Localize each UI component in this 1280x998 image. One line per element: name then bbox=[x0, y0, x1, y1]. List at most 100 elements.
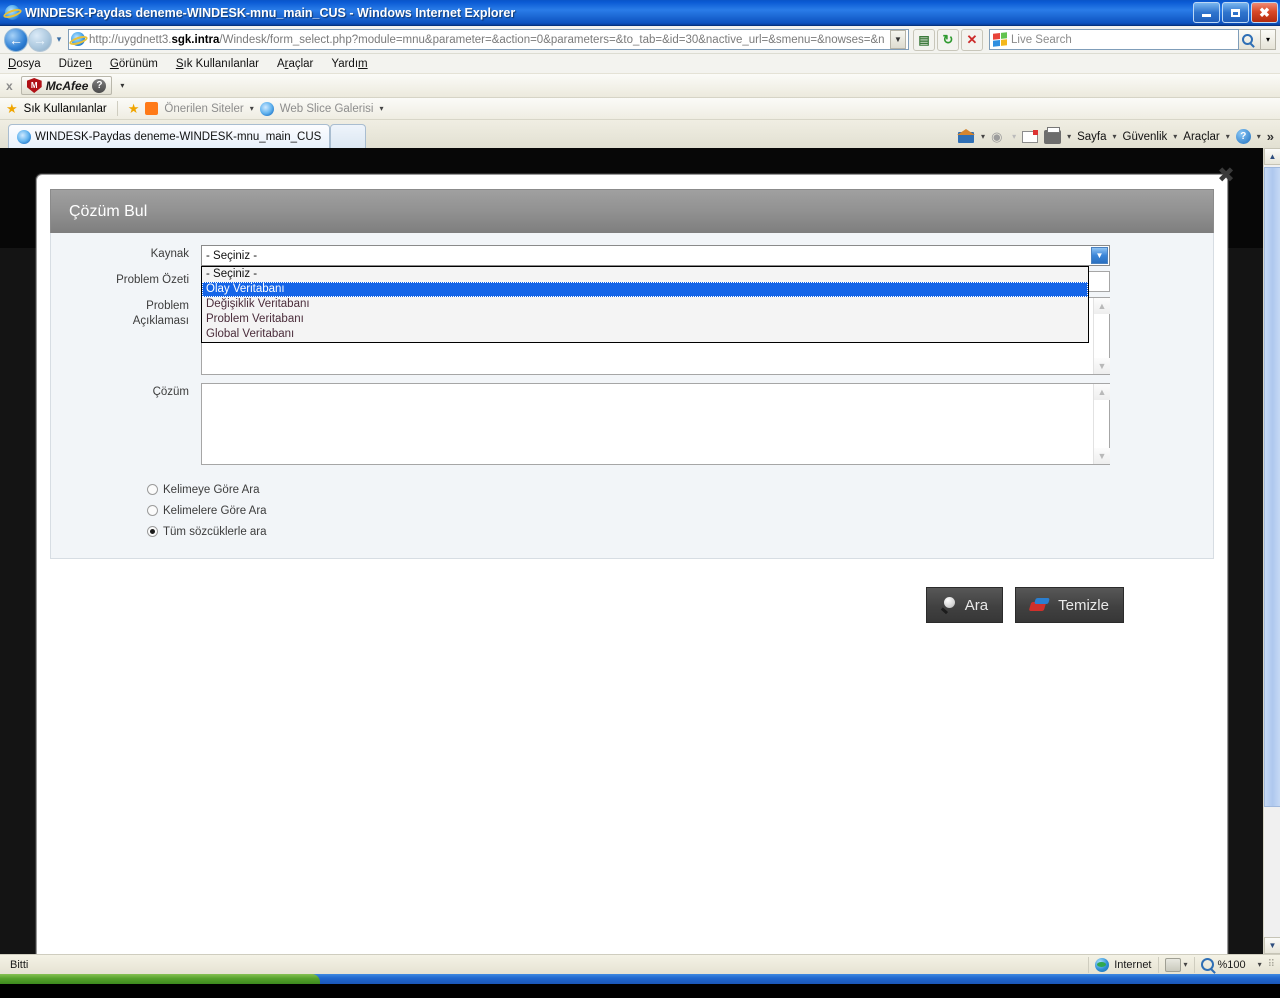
favorites-label[interactable]: Sık Kullanılanlar bbox=[24, 103, 107, 115]
suggested-sites-icon bbox=[145, 102, 159, 115]
sayfa-caret-icon[interactable]: ▾ bbox=[1113, 132, 1117, 141]
minimize-button[interactable] bbox=[1193, 2, 1220, 23]
tab-windesk[interactable]: WINDESK-Paydas deneme-WINDESK-mnu_main_C… bbox=[8, 124, 331, 148]
rss-caret-icon: ▾ bbox=[1012, 132, 1017, 141]
menu-item-araclar[interactable]: Araçlar bbox=[277, 58, 313, 70]
compatibility-view-button[interactable]: ▤ bbox=[913, 28, 935, 51]
label-problem-aciklamasi: Problem Açıklaması bbox=[51, 297, 201, 329]
new-tab-button[interactable] bbox=[330, 124, 367, 148]
refresh-icon: ↻ bbox=[942, 31, 954, 47]
radio-row-kelimelere[interactable]: Kelimelere Göre Ara bbox=[147, 500, 1213, 521]
recent-pages-dropdown[interactable]: ▾ bbox=[52, 34, 66, 45]
toolbar-overflow-icon[interactable]: » bbox=[1267, 129, 1274, 144]
menu-item-duzen[interactable]: Düzen bbox=[59, 58, 92, 70]
protected-mode-caret-icon[interactable]: ▾ bbox=[1184, 960, 1188, 969]
home-caret-icon[interactable]: ▾ bbox=[981, 132, 985, 141]
search-input[interactable]: Live Search bbox=[989, 29, 1239, 50]
radio-kelimelere-gore-ara[interactable] bbox=[147, 505, 158, 516]
command-guvenlik[interactable]: Güvenlik bbox=[1123, 131, 1168, 143]
radio-tum-sozcuklerle-ara[interactable] bbox=[147, 526, 158, 537]
close-button[interactable]: ✖ bbox=[1251, 2, 1278, 23]
page-scroll-thumb[interactable] bbox=[1264, 167, 1280, 807]
add-to-favorites-icon[interactable]: ★ bbox=[128, 101, 140, 117]
scroll-down-icon[interactable]: ▼ bbox=[1094, 448, 1110, 464]
mcafee-button[interactable]: M McAfee ? bbox=[20, 76, 113, 95]
option-problem-veritabani[interactable]: Problem Veritabanı bbox=[202, 312, 1088, 327]
back-button[interactable]: ← bbox=[4, 27, 28, 52]
temizle-button[interactable]: Temizle bbox=[1015, 587, 1124, 623]
ara-button[interactable]: Ara bbox=[925, 587, 1004, 623]
menu-item-dosya[interactable]: Dosya bbox=[8, 58, 41, 70]
url-input[interactable]: http://uygdnett3.sgk.intra/Windesk/form_… bbox=[68, 29, 909, 50]
scroll-down-icon[interactable]: ▼ bbox=[1094, 358, 1110, 374]
cozum-textarea[interactable]: ▲ ▼ bbox=[201, 383, 1110, 465]
security-zone-label: Internet bbox=[1114, 958, 1152, 971]
mail-icon[interactable] bbox=[1022, 129, 1039, 143]
print-icon[interactable] bbox=[1044, 126, 1062, 144]
radio-label-tum-sozcuklerle-ara: Tüm sözcüklerle ara bbox=[163, 525, 267, 538]
menu-item-yardim[interactable]: Yardım bbox=[331, 58, 367, 70]
status-bar: Bitti Internet ▾ %100 ▾ ⠿ bbox=[0, 954, 1280, 974]
rss-feeds-icon[interactable]: ◉ bbox=[991, 129, 1006, 144]
option-seciniz[interactable]: - Seçiniz - bbox=[202, 267, 1088, 282]
command-araclar[interactable]: Araçlar bbox=[1183, 131, 1219, 143]
favorites-separator bbox=[116, 101, 118, 116]
mcafee-help-icon[interactable]: ? bbox=[92, 78, 107, 93]
security-zone[interactable]: Internet bbox=[1089, 957, 1157, 973]
radio-row-tum-sozcuklerle[interactable]: Tüm sözcüklerle ara bbox=[147, 521, 1213, 542]
kaynak-select[interactable]: - Seçiniz - ▼ bbox=[201, 245, 1110, 266]
page-viewport: ✖ Çözüm Bul Kaynak - Seçiniz - ▼ - Seçin… bbox=[0, 148, 1280, 954]
help-icon[interactable]: ? bbox=[1235, 129, 1251, 144]
search-provider-dropdown[interactable]: ▾ bbox=[1261, 29, 1276, 50]
page-scroll-down-button[interactable]: ▼ bbox=[1264, 937, 1280, 954]
label-kaynak: Kaynak bbox=[150, 248, 189, 260]
mcafee-close-icon[interactable]: x bbox=[6, 79, 13, 93]
cozum-scrollbar[interactable]: ▲ ▼ bbox=[1093, 384, 1110, 464]
protected-mode[interactable]: ▾ bbox=[1159, 957, 1194, 973]
web-slice-caret-icon[interactable]: ▾ bbox=[379, 104, 383, 113]
maximize-button[interactable] bbox=[1222, 2, 1249, 23]
dialog-header: Çözüm Bul bbox=[50, 189, 1214, 233]
option-degisiklik-veritabani[interactable]: Değişiklik Veritabanı bbox=[202, 297, 1088, 312]
option-olay-veritabani[interactable]: Olay Veritabanı bbox=[202, 282, 1088, 297]
dialog-close-icon[interactable]: ✖ bbox=[1215, 165, 1237, 187]
scroll-up-icon[interactable]: ▲ bbox=[1094, 384, 1110, 400]
label-problem-aciklamasi-line2: Açıklaması bbox=[132, 315, 189, 327]
mcafee-dropdown-icon[interactable]: ▾ bbox=[120, 81, 124, 90]
help-caret-icon[interactable]: ▾ bbox=[1257, 132, 1261, 141]
home-icon[interactable] bbox=[957, 129, 976, 144]
search-go-button[interactable] bbox=[1239, 29, 1261, 50]
radio-row-kelimeye[interactable]: Kelimeye Göre Ara bbox=[147, 479, 1213, 500]
mcafee-toolbar: x M McAfee ? ▾ bbox=[0, 73, 1280, 98]
url-dropdown-icon[interactable]: ▼ bbox=[890, 30, 906, 49]
zoom-level[interactable]: %100 ▾ bbox=[1195, 957, 1268, 973]
dialog-inner: Çözüm Bul Kaynak - Seçiniz - ▼ - Seçiniz… bbox=[50, 189, 1214, 954]
guvenlik-caret-icon[interactable]: ▾ bbox=[1173, 132, 1177, 141]
page-scrollbar[interactable]: ▲ ▼ bbox=[1263, 148, 1280, 954]
menu-item-gorunum[interactable]: Görünüm bbox=[110, 58, 158, 70]
forward-button[interactable]: → bbox=[28, 27, 52, 52]
web-slice-label[interactable]: Web Slice Galerisi bbox=[280, 103, 374, 115]
zoom-icon bbox=[1200, 958, 1214, 971]
stop-button[interactable]: ✕ bbox=[961, 28, 983, 51]
close-icon: ✖ bbox=[1259, 5, 1270, 20]
radio-kelimeye-gore-ara[interactable] bbox=[147, 484, 158, 495]
zoom-caret-icon[interactable]: ▾ bbox=[1258, 960, 1262, 969]
tab-bar: WINDESK-Paydas deneme-WINDESK-mnu_main_C… bbox=[0, 120, 1280, 148]
menu-item-sik-kullanilanlar[interactable]: Sık Kullanılanlar bbox=[176, 58, 259, 70]
chevron-down-icon[interactable]: ▼ bbox=[1091, 247, 1108, 264]
start-button[interactable] bbox=[0, 974, 320, 984]
araclar-caret-icon[interactable]: ▾ bbox=[1226, 132, 1230, 141]
problem-aciklamasi-scrollbar[interactable]: ▲ ▼ bbox=[1093, 298, 1110, 374]
suggested-sites-label[interactable]: Önerilen Siteler bbox=[164, 103, 243, 115]
option-global-veritabani[interactable]: Global Veritabanı bbox=[202, 327, 1088, 342]
page-scroll-up-button[interactable]: ▲ bbox=[1264, 148, 1280, 165]
window-titlebar: WINDESK-Paydas deneme-WINDESK-mnu_main_C… bbox=[0, 0, 1280, 26]
window-title: WINDESK-Paydas deneme-WINDESK-mnu_main_C… bbox=[25, 5, 516, 20]
resize-grip-icon[interactable]: ⠿ bbox=[1268, 959, 1276, 970]
scroll-up-icon[interactable]: ▲ bbox=[1094, 298, 1110, 314]
command-sayfa[interactable]: Sayfa bbox=[1077, 131, 1106, 143]
refresh-button[interactable]: ↻ bbox=[937, 28, 959, 51]
print-caret-icon[interactable]: ▾ bbox=[1067, 132, 1071, 141]
suggested-sites-caret-icon[interactable]: ▾ bbox=[250, 104, 254, 113]
